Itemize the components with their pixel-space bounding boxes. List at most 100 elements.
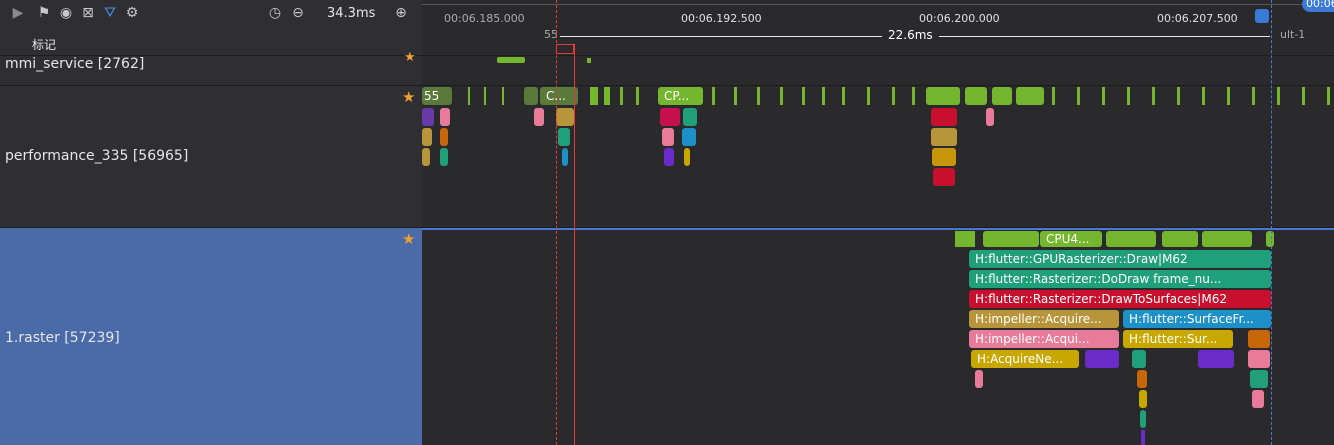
cpu-slice[interactable]: 55 xyxy=(422,87,452,105)
call-slice[interactable] xyxy=(1248,330,1270,348)
call-slice[interactable] xyxy=(1139,390,1147,408)
cursor-line-right[interactable] xyxy=(1271,0,1273,445)
call-slice[interactable] xyxy=(562,148,568,166)
call-slice[interactable] xyxy=(684,148,690,166)
call-slice-impeller-acquire-2[interactable]: H:impeller::Acqui... xyxy=(969,330,1119,348)
cpu-slice[interactable]: CP... xyxy=(658,87,703,105)
cpu-slice[interactable] xyxy=(1052,87,1055,105)
cpu-slice[interactable] xyxy=(734,87,737,105)
circle-arrow-icon[interactable]: ◉ xyxy=(58,5,74,21)
cpu-slice[interactable] xyxy=(636,87,639,105)
call-slice-draw-to-surfaces[interactable]: H:flutter::Rasterizer::DrawToSurfaces|M6… xyxy=(969,290,1271,308)
cpu-slice[interactable] xyxy=(802,87,805,105)
call-slice[interactable] xyxy=(1252,390,1264,408)
cpu-slice[interactable] xyxy=(1152,87,1155,105)
call-slice[interactable] xyxy=(422,108,434,126)
cpu-slice[interactable] xyxy=(497,57,525,63)
cpu-slice[interactable] xyxy=(590,87,598,105)
cpu-slice[interactable] xyxy=(1327,87,1330,105)
call-slice-impeller-acquire[interactable]: H:impeller::Acquire... xyxy=(969,310,1119,328)
cpu-slice[interactable] xyxy=(992,87,1012,105)
call-slice[interactable] xyxy=(1140,410,1146,428)
call-slice[interactable] xyxy=(422,148,430,166)
cpu-slice[interactable] xyxy=(468,87,470,105)
filter-icon[interactable]: ⛛ xyxy=(102,5,118,21)
call-slice[interactable] xyxy=(664,148,674,166)
lane-label-performance[interactable]: performance_335 [56965] xyxy=(5,148,188,164)
cpu-slice[interactable] xyxy=(712,87,715,105)
cpu-slice[interactable] xyxy=(587,58,591,63)
gear-icon[interactable]: ⚙ xyxy=(124,5,140,21)
cursor-line-left[interactable] xyxy=(556,0,558,445)
call-slice[interactable] xyxy=(1137,370,1147,388)
cpu-slice[interactable] xyxy=(484,87,486,105)
call-slice[interactable] xyxy=(440,128,448,146)
call-slice[interactable] xyxy=(1250,370,1268,388)
cpu-slice[interactable] xyxy=(1127,87,1130,105)
cpu-slice[interactable] xyxy=(1252,87,1255,105)
call-slice[interactable] xyxy=(1141,430,1145,445)
cpu-slice[interactable] xyxy=(780,87,783,105)
check-box-icon[interactable]: ⊠ xyxy=(80,5,96,21)
call-slice[interactable] xyxy=(534,108,544,126)
flag-marker[interactable] xyxy=(556,44,574,54)
call-slice[interactable] xyxy=(931,128,957,146)
cpu-slice[interactable] xyxy=(502,87,504,105)
lane-label-mmi-service[interactable]: mmi_service [2762] xyxy=(5,56,144,72)
call-slice[interactable] xyxy=(1248,350,1270,368)
call-slice[interactable] xyxy=(660,108,680,126)
call-slice-gpu-draw[interactable]: H:flutter::GPURasterizer::Draw|M62 xyxy=(969,250,1271,268)
zoom-out-icon[interactable]: ⊖ xyxy=(290,5,306,21)
cpu-slice[interactable]: C... xyxy=(540,87,578,105)
call-slice[interactable] xyxy=(931,108,957,126)
call-slice[interactable] xyxy=(1198,350,1234,368)
call-slice[interactable] xyxy=(440,148,448,166)
call-slice[interactable] xyxy=(422,128,432,146)
call-slice[interactable] xyxy=(556,108,574,126)
cpu-slice[interactable] xyxy=(1177,87,1180,105)
cpu-slice[interactable] xyxy=(604,87,610,105)
star-icon[interactable]: ★ xyxy=(404,50,416,65)
cpu-slice[interactable] xyxy=(983,231,1039,247)
zoom-in-icon[interactable]: ⊕ xyxy=(393,5,409,21)
cpu-slice[interactable] xyxy=(867,87,870,105)
cpu-slice[interactable] xyxy=(1162,231,1198,247)
cpu-slice[interactable] xyxy=(1016,87,1044,105)
cpu-slice[interactable] xyxy=(757,87,760,105)
call-slice[interactable] xyxy=(975,370,983,388)
cpu-slice[interactable] xyxy=(955,231,975,247)
call-slice[interactable] xyxy=(1085,350,1119,368)
call-slice[interactable] xyxy=(986,108,994,126)
cpu-slice[interactable] xyxy=(1202,231,1252,247)
timeline-panel[interactable]: 00:06.185.000 00:06.192.500 00:06.200.00… xyxy=(422,0,1334,445)
cpu-slice[interactable] xyxy=(620,87,623,105)
call-slice-do-draw[interactable]: H:flutter::Rasterizer::DoDraw frame_nu..… xyxy=(969,270,1271,288)
call-slice-surface-frame[interactable]: H:flutter::SurfaceFr... xyxy=(1123,310,1271,328)
cpu-slice[interactable] xyxy=(1077,87,1080,105)
call-slice[interactable] xyxy=(1132,350,1146,368)
call-slice[interactable] xyxy=(440,108,450,126)
cpu-slice[interactable] xyxy=(822,87,825,105)
cpu-slice[interactable] xyxy=(912,87,915,105)
call-slice[interactable] xyxy=(558,128,570,146)
lane-label-raster[interactable]: 1.raster [57239] xyxy=(5,330,120,346)
call-slice-flutter-sur[interactable]: H:flutter::Sur... xyxy=(1123,330,1233,348)
cpu-slice[interactable] xyxy=(1202,87,1205,105)
cpu-slice[interactable] xyxy=(1277,87,1280,105)
cpu-slice[interactable] xyxy=(842,87,845,105)
play-icon[interactable]: ▶ xyxy=(10,5,26,21)
cpu-slice[interactable] xyxy=(524,87,538,105)
star-icon[interactable]: ★ xyxy=(402,230,415,248)
call-slice[interactable] xyxy=(682,128,696,146)
call-slice[interactable] xyxy=(932,148,956,166)
call-slice-acquire-ne[interactable]: H:AcquireNe... xyxy=(971,350,1079,368)
cpu-slice[interactable] xyxy=(892,87,895,105)
star-icon[interactable]: ★ xyxy=(402,88,415,106)
flag-line[interactable] xyxy=(574,44,575,445)
cpu-slice[interactable] xyxy=(1106,231,1156,247)
cpu-slice[interactable] xyxy=(1102,87,1105,105)
save-icon[interactable] xyxy=(1255,9,1269,23)
timer-icon[interactable]: ◷ xyxy=(267,5,283,21)
cpu-slice[interactable] xyxy=(926,87,960,105)
cpu-slice[interactable] xyxy=(1302,87,1305,105)
